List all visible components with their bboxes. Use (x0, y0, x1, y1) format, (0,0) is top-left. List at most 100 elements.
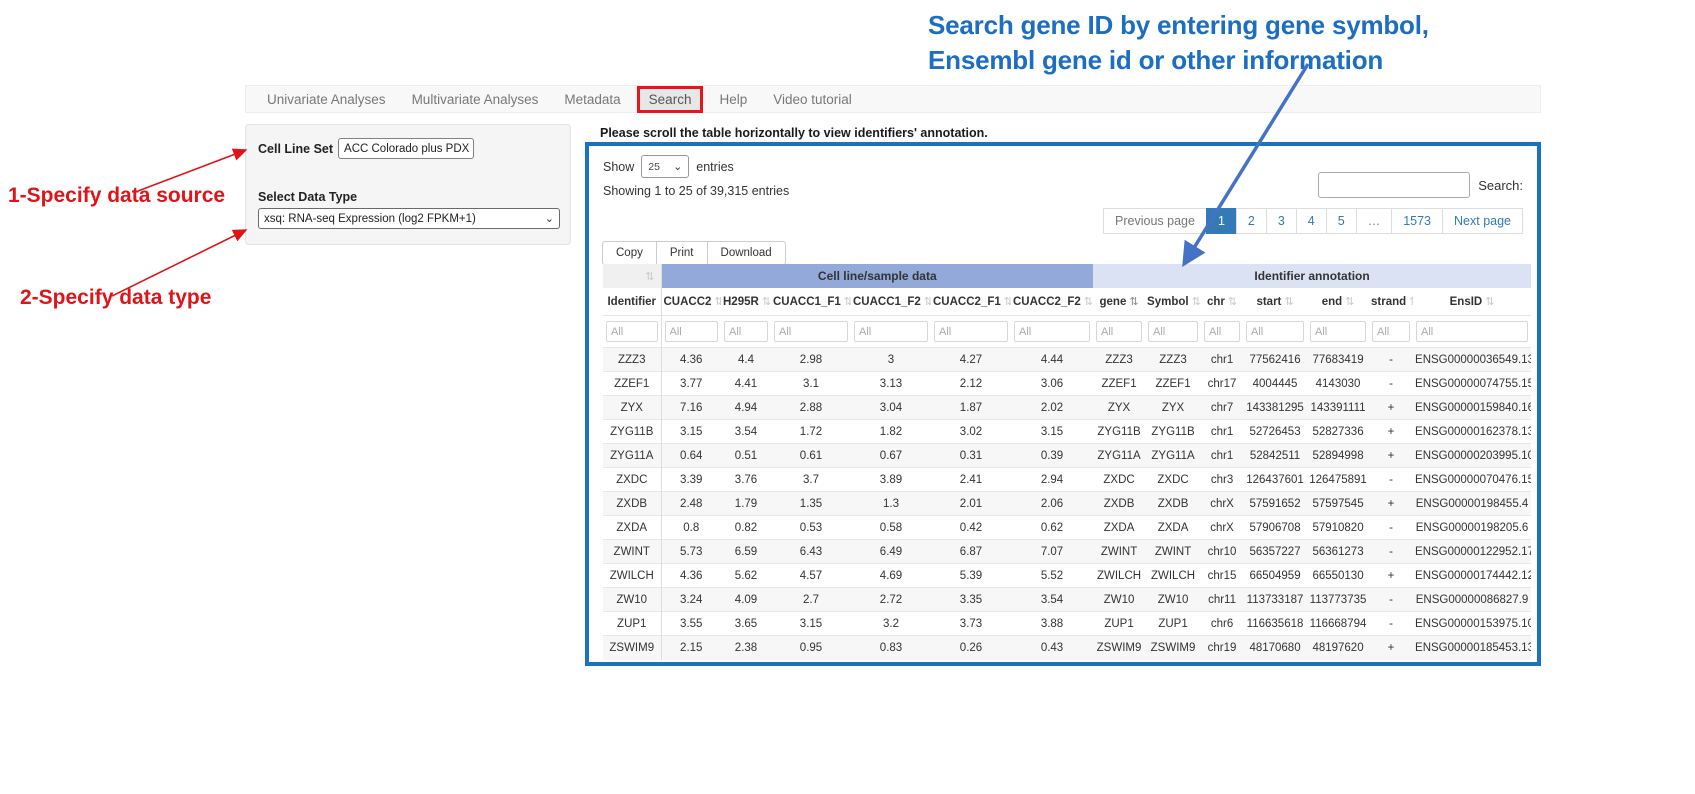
search-results-panel: Show 25 ⌄ entries Showing 1 to 25 of 39,… (585, 142, 1541, 666)
column-header-cuacc1-f1[interactable]: CUACC1_F1⇅ (771, 288, 851, 316)
search-input[interactable] (1318, 172, 1470, 198)
showing-entries-text: Showing 1 to 25 of 39,315 entries (603, 184, 789, 198)
cell-cuacc2-f1: 6.87 (931, 540, 1011, 564)
column-header-cuacc2-f1[interactable]: CUACC2_F1⇅ (931, 288, 1011, 316)
nav-tab-metadata[interactable]: Metadata (551, 88, 633, 111)
filter-input-chr[interactable] (1204, 321, 1240, 342)
cell-strand: - (1369, 588, 1413, 612)
cell-gene: ZXDA (1093, 516, 1145, 540)
page-button-4[interactable]: 4 (1296, 208, 1327, 234)
filter-input-gene[interactable] (1096, 321, 1142, 342)
filter-input-cuacc2[interactable] (665, 321, 719, 342)
column-header-symbol[interactable]: Symbol⇅ (1145, 288, 1201, 316)
column-header-cuacc2-f2[interactable]: CUACC2_F2⇅ (1011, 288, 1093, 316)
cell-strand: + (1369, 444, 1413, 468)
cell-cuacc1-f1: 2.88 (771, 396, 851, 420)
cell-cuacc2-f2: 5.52 (1011, 564, 1093, 588)
cell-start: 48170680 (1243, 636, 1307, 660)
page-button-1573[interactable]: 1573 (1391, 208, 1443, 234)
table-search: Search: (1318, 172, 1523, 198)
nav-tab-video-tutorial[interactable]: Video tutorial (760, 88, 865, 111)
column-header-gene[interactable]: gene⇅ (1093, 288, 1145, 316)
cell-cuacc2-f1: 5.39 (931, 564, 1011, 588)
cell-symbol: ZYG11B (1145, 420, 1201, 444)
cell-start: 57591652 (1243, 492, 1307, 516)
cell-ensid: ENSG00000198455.4 (1413, 492, 1531, 516)
column-header-cuacc2[interactable]: CUACC2⇅ (661, 288, 721, 316)
page-length-value: 25 (648, 161, 660, 173)
cell-h295r: 2.38 (721, 636, 771, 660)
filter-input-cuacc1-f1[interactable] (774, 321, 848, 342)
filter-cell-symbol (1145, 316, 1201, 348)
data-type-select[interactable]: xsq: RNA-seq Expression (log2 FPKM+1) ⌄ (258, 208, 560, 229)
filter-cell-strand (1369, 316, 1413, 348)
column-header-cuacc1-f2[interactable]: CUACC1_F2⇅ (851, 288, 931, 316)
table-row: ZXDB2.481.791.351.32.012.06ZXDBZXDBchrX5… (603, 492, 1531, 516)
next-page-button[interactable]: Next page (1442, 208, 1523, 234)
nav-tab-search[interactable]: Search (637, 86, 704, 113)
cell-cuacc2-f1: 3.35 (931, 588, 1011, 612)
cell-chr: chr6 (1201, 612, 1243, 636)
cell-cuacc2-f1: 2.41 (931, 468, 1011, 492)
page-button-3[interactable]: 3 (1266, 208, 1297, 234)
filter-input-symbol[interactable] (1148, 321, 1198, 342)
cell-h295r: 0.51 (721, 444, 771, 468)
cell-cuacc2: 5.73 (661, 540, 721, 564)
filter-input-start[interactable] (1246, 321, 1304, 342)
nav-tab-multivariate-analyses[interactable]: Multivariate Analyses (399, 88, 552, 111)
column-header-identifier[interactable]: Identifier (603, 288, 661, 316)
filter-input-h295r[interactable] (724, 321, 768, 342)
cell-cuacc1-f1: 4.57 (771, 564, 851, 588)
filter-input-identifier[interactable] (606, 321, 658, 342)
cell-line-set-select[interactable]: ACC Colorado plus PDX ⌄ (338, 138, 474, 159)
nav-tab-univariate-analyses[interactable]: Univariate Analyses (254, 88, 399, 111)
table-row: ZSWIM92.152.380.950.830.260.43ZSWIM9ZSWI… (603, 636, 1531, 660)
filter-cell-ensid (1413, 316, 1531, 348)
cell-cuacc1-f1: 0.61 (771, 444, 851, 468)
copy-button[interactable]: Copy (602, 241, 657, 265)
table-row: ZYG11A0.640.510.610.670.310.39ZYG11AZYG1… (603, 444, 1531, 468)
cell-gene: ZWINT (1093, 540, 1145, 564)
cell-cuacc1-f1: 0.53 (771, 516, 851, 540)
previous-page-button[interactable]: Previous page (1103, 208, 1207, 234)
cell-h295r: 6.59 (721, 540, 771, 564)
nav-tab-help[interactable]: Help (706, 88, 760, 111)
cell-symbol: ZW10 (1145, 588, 1201, 612)
filter-input-cuacc1-f2[interactable] (854, 321, 928, 342)
column-header-end[interactable]: end⇅ (1307, 288, 1369, 316)
page-length-select[interactable]: 25 ⌄ (641, 155, 689, 178)
page-button-2[interactable]: 2 (1236, 208, 1267, 234)
cell-cuacc1-f2: 2.72 (851, 588, 931, 612)
control-panel: Cell Line Set ACC Colorado plus PDX ⌄ Se… (245, 124, 571, 245)
chevron-down-icon: ⌄ (473, 144, 474, 154)
sort-icon: ⇅ (1485, 296, 1494, 308)
cell-chr: chrX (1201, 516, 1243, 540)
column-header-strand[interactable]: strand⇅ (1369, 288, 1413, 316)
page-button-1[interactable]: 1 (1206, 208, 1237, 234)
column-header-chr[interactable]: chr⇅ (1201, 288, 1243, 316)
filter-input-end[interactable] (1310, 321, 1366, 342)
column-header-row: IdentifierCUACC2⇅H295R⇅CUACC1_F1⇅CUACC1_… (603, 288, 1531, 316)
cell-h295r: 4.41 (721, 372, 771, 396)
filter-input-ensid[interactable] (1416, 321, 1528, 342)
column-header-start[interactable]: start⇅ (1243, 288, 1307, 316)
download-button[interactable]: Download (707, 241, 786, 265)
print-button[interactable]: Print (656, 241, 708, 265)
red-annotation-2: 2-Specify data type (20, 286, 211, 310)
cell-cuacc1-f2: 0.83 (851, 636, 931, 660)
filter-input-cuacc2-f1[interactable] (934, 321, 1008, 342)
filter-input-cuacc2-f2[interactable] (1014, 321, 1090, 342)
sort-icon: ⇅ (714, 296, 721, 308)
filter-input-strand[interactable] (1372, 321, 1410, 342)
cell-cuacc2-f2: 2.06 (1011, 492, 1093, 516)
cell-symbol: ZZEF1 (1145, 372, 1201, 396)
cell-strand: - (1369, 516, 1413, 540)
column-header-ensid[interactable]: EnsID⇅ (1413, 288, 1531, 316)
filter-cell-chr (1201, 316, 1243, 348)
cell-cuacc2: 4.36 (661, 348, 721, 372)
cell-ensid: ENSG00000122952.17 (1413, 540, 1531, 564)
column-header-h295r[interactable]: H295R⇅ (721, 288, 771, 316)
cell-strand: + (1369, 564, 1413, 588)
cell-gene: ZXDC (1093, 468, 1145, 492)
page-button-5[interactable]: 5 (1326, 208, 1357, 234)
